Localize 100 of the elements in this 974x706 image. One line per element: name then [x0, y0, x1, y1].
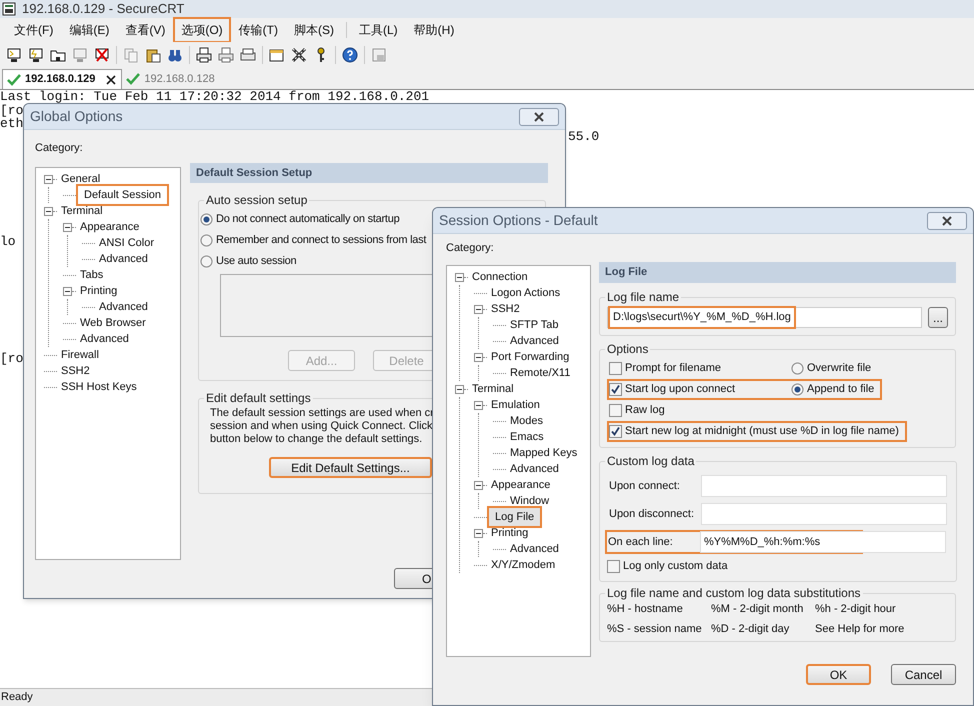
tree-item[interactable]: Web Browser — [76, 314, 150, 332]
tree-item[interactable]: SSH Host Keys — [57, 378, 141, 396]
printer-icon[interactable] — [196, 47, 212, 63]
substitution-text: %M - 2-digit month — [711, 602, 804, 616]
tree-item[interactable]: SSH2 — [57, 362, 94, 380]
dialog-title: Session Options - Default — [439, 211, 598, 230]
radio-button[interactable] — [200, 234, 213, 247]
menu-item[interactable]: 帮助(H) — [406, 17, 462, 43]
check-icon — [7, 74, 21, 86]
input-field[interactable]: D:\logs\securt\%Y_%M_%D_%H.log — [607, 307, 922, 328]
checkbox[interactable] — [609, 383, 622, 396]
collapse-icon[interactable] — [474, 304, 483, 314]
collapse-icon[interactable] — [474, 400, 483, 410]
help-icon[interactable] — [342, 47, 358, 63]
tree-item[interactable]: Log File — [487, 506, 542, 528]
browse-button[interactable]: ... — [928, 307, 948, 328]
terminal-icon[interactable] — [28, 47, 44, 63]
tree-item[interactable]: Emulation — [487, 396, 544, 414]
menu-item[interactable]: 工具(L) — [350, 17, 406, 43]
terminal-line: [ro — [0, 352, 24, 365]
tree-item[interactable]: X/Y/Zmodem — [487, 556, 560, 574]
tree-item[interactable]: Advanced — [506, 460, 563, 478]
collapse-icon[interactable] — [455, 272, 464, 282]
checkbox[interactable] — [609, 362, 622, 375]
checkbox[interactable] — [607, 560, 620, 573]
tree-item[interactable]: Port Forwarding — [487, 348, 574, 366]
tree-item[interactable]: SFTP Tab — [506, 316, 563, 334]
menu-item[interactable]: 编辑(E) — [61, 17, 118, 43]
collapse-icon[interactable] — [455, 384, 464, 394]
panel-header: Log File — [599, 262, 956, 283]
group-label: Log file name — [606, 289, 680, 306]
cancel-button[interactable]: Cancel — [891, 664, 956, 685]
tree-item[interactable]: Advanced — [95, 298, 152, 316]
category-label: Category: — [446, 241, 495, 256]
field-label: Upon disconnect: — [609, 506, 695, 522]
tree-item[interactable]: Appearance — [76, 218, 144, 236]
close-button[interactable] — [519, 108, 559, 126]
tree-item[interactable]: Advanced — [95, 250, 152, 268]
radio-button[interactable] — [791, 362, 804, 375]
checkbox[interactable] — [609, 404, 622, 417]
input-field[interactable] — [701, 503, 947, 525]
session-tab[interactable]: 192.168.0.129 — [2, 69, 122, 89]
radio-button[interactable] — [200, 255, 213, 268]
close-button[interactable] — [927, 212, 967, 230]
field-value: D:\logs\securt\%Y_%M_%D_%H.log — [608, 306, 796, 329]
close-icon[interactable] — [105, 74, 118, 86]
disconnect-icon[interactable] — [94, 47, 110, 63]
tree-item[interactable]: Default Session — [76, 184, 170, 206]
tree-item[interactable]: Tabs — [76, 266, 108, 284]
tree-item[interactable]: ANSI Color — [95, 234, 158, 252]
checkbox[interactable] — [609, 425, 622, 438]
dialog-title: Global Options — [30, 107, 123, 126]
tree-item[interactable]: Mapped Keys — [506, 444, 582, 462]
tree-item[interactable]: Emacs — [506, 428, 548, 446]
paste-icon[interactable] — [145, 47, 161, 63]
radio-button[interactable] — [200, 213, 213, 226]
input-field[interactable] — [701, 475, 947, 497]
collapse-icon[interactable] — [63, 286, 72, 296]
tree-item[interactable]: Advanced — [506, 540, 563, 558]
tools-icon[interactable] — [291, 47, 307, 63]
menu-item[interactable]: 查看(V) — [117, 17, 174, 43]
collapse-icon[interactable] — [474, 352, 483, 362]
radio-button[interactable] — [791, 383, 804, 396]
tree-item[interactable]: Advanced — [506, 332, 563, 350]
window-icon[interactable] — [269, 47, 285, 63]
app-icon — [2, 2, 16, 16]
collapse-icon[interactable] — [63, 222, 72, 232]
tree-item[interactable]: Advanced — [76, 330, 133, 348]
substitution-text: %S - session name — [607, 622, 702, 636]
input-field[interactable]: %Y%M%D_%h:%m:%s — [700, 531, 946, 553]
tree-item[interactable]: Terminal — [468, 380, 518, 398]
group-label: Log file name and custom log data substitutions — [606, 585, 862, 602]
session-tab[interactable]: 192.168.0.128 — [122, 69, 219, 89]
menu-item[interactable]: 脚本(S) — [286, 17, 342, 43]
close-icon — [533, 112, 545, 122]
tree-item[interactable]: Printing — [76, 282, 122, 300]
collapse-icon[interactable] — [44, 206, 53, 216]
category-label: Category: — [35, 141, 84, 156]
tab-label: 192.168.0.129 — [25, 72, 96, 88]
tree-item[interactable]: Remote/X11 — [506, 364, 574, 382]
tree-item[interactable]: SSH2 — [487, 300, 524, 318]
collapse-icon[interactable] — [44, 174, 53, 184]
menu-item[interactable]: 传输(T) — [230, 17, 286, 43]
tree-item[interactable]: Logon Actions — [487, 284, 564, 302]
tree-item[interactable]: Firewall — [57, 346, 103, 364]
group-label: Auto session setup — [205, 192, 308, 209]
collapse-icon[interactable] — [474, 480, 483, 490]
edit-defaults-button[interactable]: Edit Default Settings... — [269, 457, 432, 478]
binoculars-icon[interactable] — [167, 47, 183, 63]
printer-icon[interactable] — [240, 47, 256, 63]
tree-item[interactable]: Appearance — [487, 476, 554, 494]
terminal-line: eth — [0, 117, 24, 130]
panel-header: Default Session Setup — [190, 163, 548, 183]
tree-item[interactable]: Modes — [506, 412, 548, 430]
terminal-icon[interactable] — [6, 47, 22, 63]
option-label: Do not connect automatically on startup — [216, 212, 400, 228]
tree-item[interactable]: Connection — [468, 268, 532, 286]
ok-button[interactable]: OK — [806, 664, 871, 685]
collapse-icon[interactable] — [474, 528, 483, 538]
menu-item[interactable]: 文件(F) — [6, 17, 62, 43]
